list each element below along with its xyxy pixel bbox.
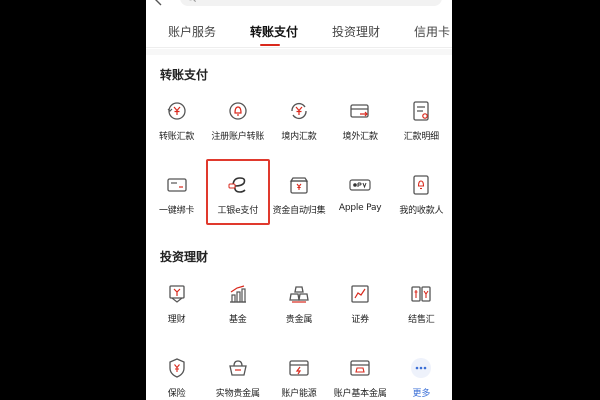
section-title-invest: 投资理财 <box>160 250 209 264</box>
menu-item-label: 境外汇款 <box>342 132 378 142</box>
menu-item-fx-exchange[interactable]: 结售汇 <box>391 281 452 325</box>
menu-item-label: 汇款明细 <box>403 132 439 142</box>
transfer-row-2: 一键绑卡 工银e支付 资金自动归集 Apple Pay 我的收款人 <box>146 172 452 216</box>
document-list-icon <box>413 101 429 121</box>
menu-item-label: 更多 <box>412 389 431 399</box>
search-input[interactable] <box>180 0 442 6</box>
more-dots-icon <box>411 358 432 378</box>
menu-item-label: 账户能源 <box>281 389 317 399</box>
menu-item-label: 一键绑卡 <box>158 206 195 216</box>
menu-item-precious-metal[interactable]: 贵金属 <box>268 281 329 325</box>
menu-item-account-metal[interactable]: 账户基本金属 <box>330 355 391 399</box>
menu-item-registered-transfer[interactable]: 注册账户转账 <box>207 98 268 142</box>
menu-item-overseas-remit[interactable]: 境外汇款 <box>330 98 391 142</box>
menu-item-transfer-remit[interactable]: 转账汇款 <box>146 98 207 142</box>
back-arrow-icon[interactable] <box>153 0 165 6</box>
tab-transfer-payment[interactable]: 转账支付 <box>228 18 310 47</box>
menu-item-label: 我的收款人 <box>399 206 444 216</box>
section-divider <box>146 49 452 55</box>
bell-transfer-icon <box>229 102 247 120</box>
tab-account-service[interactable]: 账户服务 <box>146 18 228 47</box>
menu-item-domestic-remit[interactable]: 境内汇款 <box>268 98 329 142</box>
menu-item-label: 理财 <box>167 315 186 325</box>
menu-item-more[interactable]: 更多 <box>391 355 452 399</box>
menu-item-label: 转账汇款 <box>158 132 195 142</box>
fund-chart-icon <box>229 285 246 303</box>
menu-item-fund[interactable]: 基金 <box>207 281 268 325</box>
menu-item-label: Apple Pay <box>338 203 382 213</box>
highlight-box <box>206 159 270 225</box>
yuan-refresh-icon <box>291 103 307 119</box>
search-icon <box>189 0 197 3</box>
menu-item-label: 账户基本金属 <box>333 389 387 399</box>
menu-item-my-payee[interactable]: 我的收款人 <box>391 172 452 216</box>
energy-account-icon <box>289 360 309 376</box>
menu-item-label: 实物贵金属 <box>215 389 260 399</box>
menu-item-insurance[interactable]: 保险 <box>146 355 207 399</box>
card-bind-icon <box>166 178 187 192</box>
yuan-transfer-icon <box>167 102 186 120</box>
menu-item-label: 贵金属 <box>285 315 313 325</box>
menu-item-label: 证券 <box>351 315 369 325</box>
menu-item-physical-metal[interactable]: 实物贵金属 <box>207 355 268 399</box>
menu-item-remit-detail[interactable]: 汇款明细 <box>391 98 452 142</box>
menu-item-label: 资金自动归集 <box>272 206 326 216</box>
menu-item-label: 结售汇 <box>408 315 435 325</box>
menu-item-label: 注册账户转账 <box>211 132 265 142</box>
gold-pot-icon <box>228 360 247 376</box>
invest-row-2: 保险 实物贵金属 账户能源 账户基本金属 更多 <box>146 355 452 399</box>
menu-item-label: 保险 <box>167 389 186 399</box>
section-title-transfer: 转账支付 <box>160 68 209 82</box>
transfer-row-1: 转账汇款 注册账户转账 境内汇款 境外汇款 汇款明细 <box>146 98 452 142</box>
securities-chart-icon <box>351 285 369 303</box>
menu-item-label: 基金 <box>228 315 247 325</box>
box-yuan-icon <box>289 177 309 194</box>
menu-item-securities[interactable]: 证券 <box>330 281 391 325</box>
menu-item-apple-pay[interactable]: Apple Pay <box>330 172 391 216</box>
gold-bars-icon <box>289 286 309 303</box>
menu-item-bind-card[interactable]: 一键绑卡 <box>146 172 207 216</box>
card-transfer-icon <box>350 104 369 118</box>
tab-investment[interactable]: 投资理财 <box>310 18 392 47</box>
menu-item-account-energy[interactable]: 账户能源 <box>268 355 329 399</box>
category-tabs: 账户服务 转账支付 投资理财 信用卡 存贷 <box>146 18 452 48</box>
shield-yuan-icon <box>168 358 185 378</box>
metal-account-icon <box>350 360 370 376</box>
invest-row-1: 理财 基金 贵金属 证券 结售汇 <box>146 281 452 325</box>
menu-item-auto-collect[interactable]: 资金自动归集 <box>268 172 329 216</box>
wealth-icon <box>168 285 185 303</box>
currency-exchange-icon <box>411 286 431 302</box>
search-bar <box>146 0 452 10</box>
tab-credit-card[interactable]: 信用卡 <box>392 18 452 47</box>
apple-pay-icon <box>349 179 371 191</box>
menu-item-wealth[interactable]: 理财 <box>146 281 207 325</box>
payee-icon <box>413 175 429 195</box>
phone-screen: 账户服务 转账支付 投资理财 信用卡 存贷 转账支付 转账汇款 注册账户转账 <box>146 0 452 400</box>
menu-item-label: 境内汇款 <box>281 132 317 142</box>
